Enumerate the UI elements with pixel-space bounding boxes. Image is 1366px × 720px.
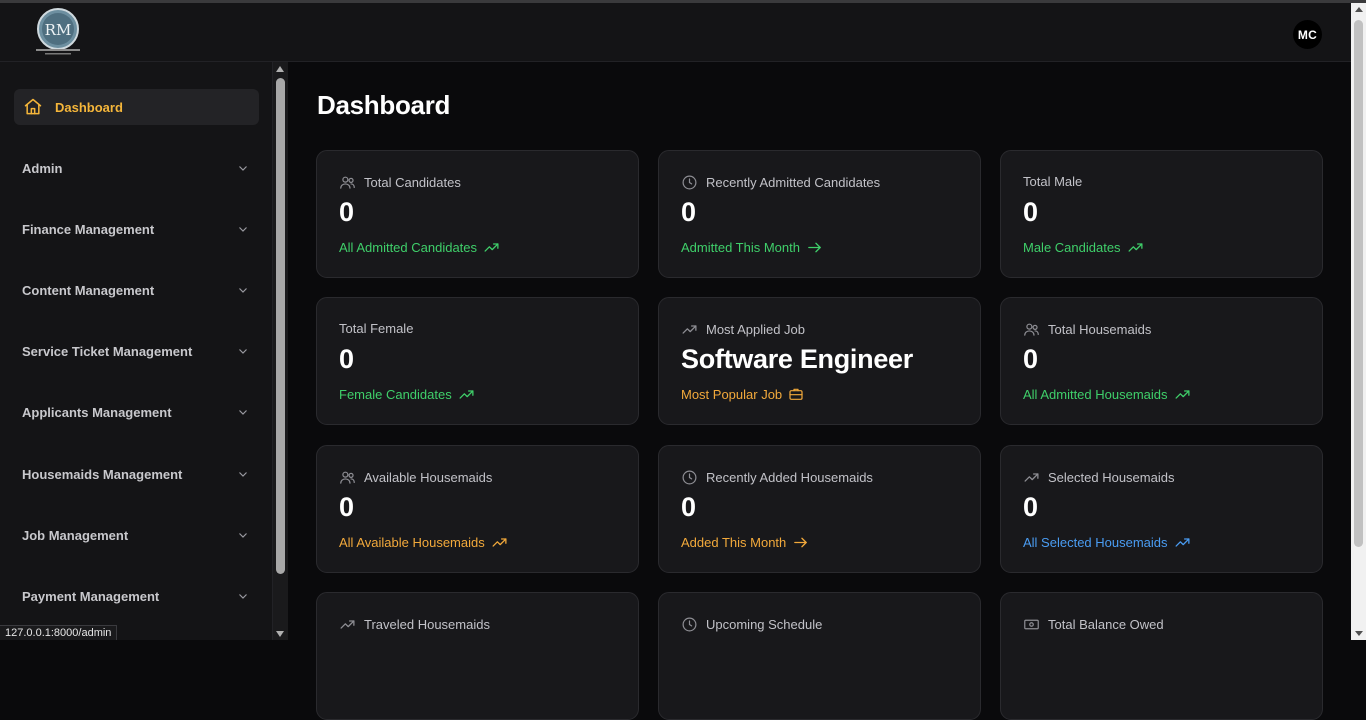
card-available-housemaids: Available Housemaids 0 All Available Hou… [316,445,639,573]
clock-icon [682,470,697,485]
stat-value: 0 [339,492,355,522]
sidebar-item-housemaids[interactable]: Housemaids Management [14,456,259,492]
all-selected-housemaids-link[interactable]: All Selected Housemaids [1023,534,1191,551]
sidebar-item-finance[interactable]: Finance Management [14,211,259,247]
card-total-male: Total Male 0 Male Candidates [1000,150,1323,278]
cash-icon [1024,619,1039,630]
stat-value: 0 [339,344,355,374]
card-upcoming-schedule: Upcoming Schedule [658,592,981,720]
card-total-female: Total Female 0 Female Candidates [316,297,639,425]
chevron-down-icon [239,288,247,293]
chevron-down-icon [239,594,247,599]
chevron-down-icon [239,166,247,171]
app-logo[interactable]: RM [33,6,83,58]
user-avatar[interactable]: MC [1293,20,1322,49]
trend-up-icon [484,243,499,252]
card-recently-added-housemaids: Recently Added Housemaids 0 Added This M… [658,445,981,573]
card-traveled-housemaids: Traveled Housemaids [316,592,639,720]
arrow-right-icon [808,242,821,253]
card-selected-housemaids: Selected Housemaids 0 All Selected House… [1000,445,1323,573]
all-admitted-housemaids-link[interactable]: All Admitted Housemaids [1023,386,1191,403]
card-total-housemaids: Total Housemaids 0 All Admitted Housemai… [1000,297,1323,425]
scroll-up-arrow-icon[interactable] [1355,7,1363,12]
users-icon [1024,323,1039,336]
stat-value: 0 [681,197,697,227]
clock-icon [682,175,697,190]
main-content: Dashboard Total Candidates 0 All Admitte… [288,62,1351,720]
trend-up-icon [340,620,355,629]
scroll-down-arrow-icon[interactable] [1355,631,1363,636]
stat-value: 0 [1023,197,1039,227]
scroll-up-arrow-icon[interactable] [276,66,284,72]
sidebar-item-content[interactable]: Content Management [14,272,259,308]
stat-value: 0 [339,197,355,227]
users-icon [340,471,355,484]
chevron-down-icon [239,349,247,354]
chevron-down-icon [239,472,247,477]
card-most-applied-job: Most Applied Job Software Engineer Most … [658,297,981,425]
stat-value: 0 [681,492,697,522]
trend-up-icon [1128,243,1143,252]
scroll-down-arrow-icon[interactable] [276,631,284,637]
page-title: Dashboard [317,90,451,120]
all-admitted-candidates-link[interactable]: All Admitted Candidates [339,239,500,256]
scrollbar-thumb[interactable] [1354,20,1363,547]
trend-up-icon [492,538,507,547]
sidebar-item-label: Dashboard [55,99,123,115]
sidebar: Dashboard Admin Finance Management Conte… [0,62,273,640]
added-this-month-link[interactable]: Added This Month [681,534,809,551]
home-icon [24,98,42,115]
chevron-down-icon [239,227,247,232]
card-total-balance-owed: Total Balance Owed [1000,592,1323,720]
svg-text:RM: RM [45,21,72,39]
top-bar: RM MC [0,0,1366,62]
sidebar-item-payment[interactable]: Payment Management [14,578,259,614]
female-candidates-link[interactable]: Female Candidates [339,386,475,403]
sidebar-item-applicants[interactable]: Applicants Management [14,394,259,430]
sidebar-scrollbar[interactable] [273,62,288,640]
stat-value: 0 [1023,492,1039,522]
stat-value: 0 [1023,344,1039,374]
stat-value: Software Engineer [681,344,913,374]
card-recently-admitted: Recently Admitted Candidates 0 Admitted … [658,150,981,278]
clock-icon [682,617,697,632]
trend-up-icon [459,390,474,399]
trend-up-icon [1175,538,1190,547]
trend-up-icon [1024,473,1039,482]
sidebar-item-job[interactable]: Job Management [14,517,259,553]
users-icon [340,176,355,189]
arrow-right-icon [794,537,808,548]
card-total-candidates: Total Candidates 0 All Admitted Candidat… [316,150,639,278]
briefcase-icon [789,388,803,400]
trend-up-icon [1175,390,1190,399]
admitted-this-month-link[interactable]: Admitted This Month [681,239,823,256]
trend-up-icon [682,325,697,334]
scrollbar-thumb[interactable] [276,78,285,574]
status-url: 127.0.0.1:8000/admin [0,625,118,640]
chevron-down-icon [239,410,247,415]
chevron-down-icon [239,533,247,538]
most-popular-job-link[interactable]: Most Popular Job [681,386,804,402]
sidebar-item-admin[interactable]: Admin [14,150,259,186]
page-scrollbar[interactable] [1351,3,1366,640]
all-available-housemaids-link[interactable]: All Available Housemaids [339,534,508,551]
sidebar-item-dashboard[interactable]: Dashboard [14,89,259,125]
male-candidates-link[interactable]: Male Candidates [1023,239,1144,256]
sidebar-item-service-ticket[interactable]: Service Ticket Management [14,333,259,369]
